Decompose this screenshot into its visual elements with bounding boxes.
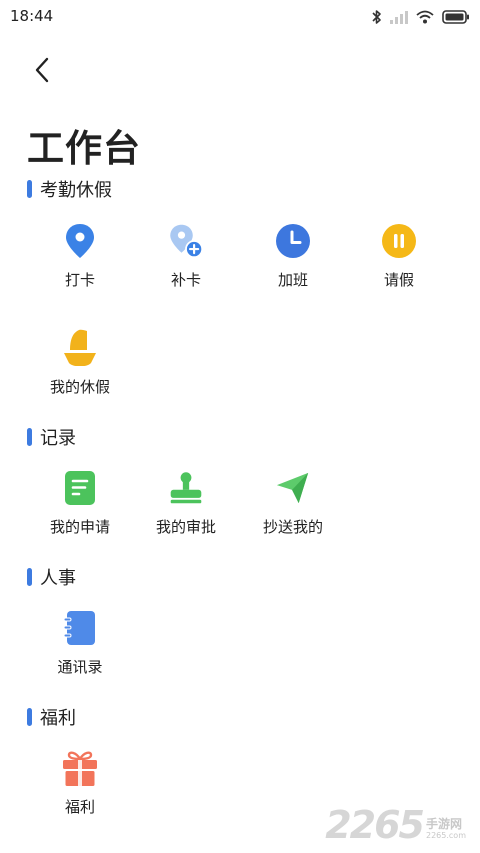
grid-item-make-up[interactable]: 补卡 bbox=[133, 223, 239, 303]
grid-item-label: 加班 bbox=[277, 271, 308, 289]
section-title: 记录 bbox=[40, 428, 76, 449]
grid-item-clock-in[interactable]: 打卡 bbox=[27, 223, 133, 303]
watermark-side: 手游网 2265.com bbox=[426, 817, 466, 841]
section-marker bbox=[27, 180, 32, 198]
grid-item-label: 我的休假 bbox=[49, 378, 110, 396]
send-icon bbox=[275, 470, 311, 506]
grid-item-label: 打卡 bbox=[64, 271, 95, 289]
section-title: 福利 bbox=[40, 708, 76, 729]
grid-item-contacts[interactable]: 通讯录 bbox=[27, 610, 133, 690]
signal-icon bbox=[390, 11, 408, 24]
chevron-left-icon bbox=[35, 57, 49, 83]
section-title: 考勤休假 bbox=[40, 180, 112, 201]
status-icons bbox=[372, 7, 470, 27]
grid-item-label: 福利 bbox=[64, 798, 95, 816]
grid-item-overtime[interactable]: 加班 bbox=[240, 223, 346, 303]
grid-item-welfare[interactable]: 福利 bbox=[27, 750, 133, 830]
grid-item-label: 我的审批 bbox=[155, 518, 216, 536]
grid-item-leave[interactable]: 请假 bbox=[346, 223, 452, 303]
section-header: 人事 bbox=[27, 566, 76, 589]
grid-item-label: 我的申请 bbox=[49, 518, 110, 536]
wifi-icon bbox=[416, 10, 434, 24]
status-bar: 18:44 bbox=[0, 0, 480, 34]
grid-item-cc-to-me[interactable]: 抄送我的 bbox=[240, 470, 346, 550]
section-header: 考勤休假 bbox=[27, 178, 112, 201]
grid-item-label: 抄送我的 bbox=[262, 518, 323, 536]
pause-icon bbox=[381, 223, 417, 259]
section-header: 记录 bbox=[27, 426, 76, 449]
battery-icon bbox=[442, 10, 469, 24]
document-icon bbox=[62, 470, 98, 506]
grid-item-my-applications[interactable]: 我的申请 bbox=[27, 470, 133, 550]
sailboat-icon bbox=[62, 329, 98, 366]
contacts-book-icon bbox=[62, 610, 98, 646]
location-add-icon bbox=[168, 223, 204, 259]
watermark: 2265 手游网 2265.com bbox=[325, 801, 466, 845]
location-pin-icon bbox=[62, 223, 98, 259]
section-marker bbox=[27, 708, 32, 726]
grid-item-my-vacation[interactable]: 我的休假 bbox=[27, 329, 133, 410]
bluetooth-icon bbox=[372, 10, 381, 24]
grid-item-label: 补卡 bbox=[170, 271, 201, 289]
section-marker bbox=[27, 428, 32, 446]
section-marker bbox=[27, 568, 32, 586]
watermark-digits: 2265 bbox=[325, 803, 425, 847]
grid-item-my-approvals[interactable]: 我的审批 bbox=[133, 470, 239, 550]
back-button[interactable] bbox=[22, 52, 62, 88]
grid-item-label: 请假 bbox=[383, 271, 414, 289]
watermark-text: 手游网 bbox=[426, 817, 463, 831]
status-time: 18:44 bbox=[10, 7, 54, 25]
grid-item-label: 通讯录 bbox=[57, 658, 103, 676]
page-title: 工作台 bbox=[27, 127, 141, 170]
watermark-url: 2265.com bbox=[426, 831, 466, 840]
section-title: 人事 bbox=[40, 568, 76, 589]
section-header: 福利 bbox=[27, 706, 76, 729]
gift-icon bbox=[62, 750, 98, 786]
clock-icon bbox=[275, 223, 311, 259]
stamp-icon bbox=[168, 470, 204, 506]
